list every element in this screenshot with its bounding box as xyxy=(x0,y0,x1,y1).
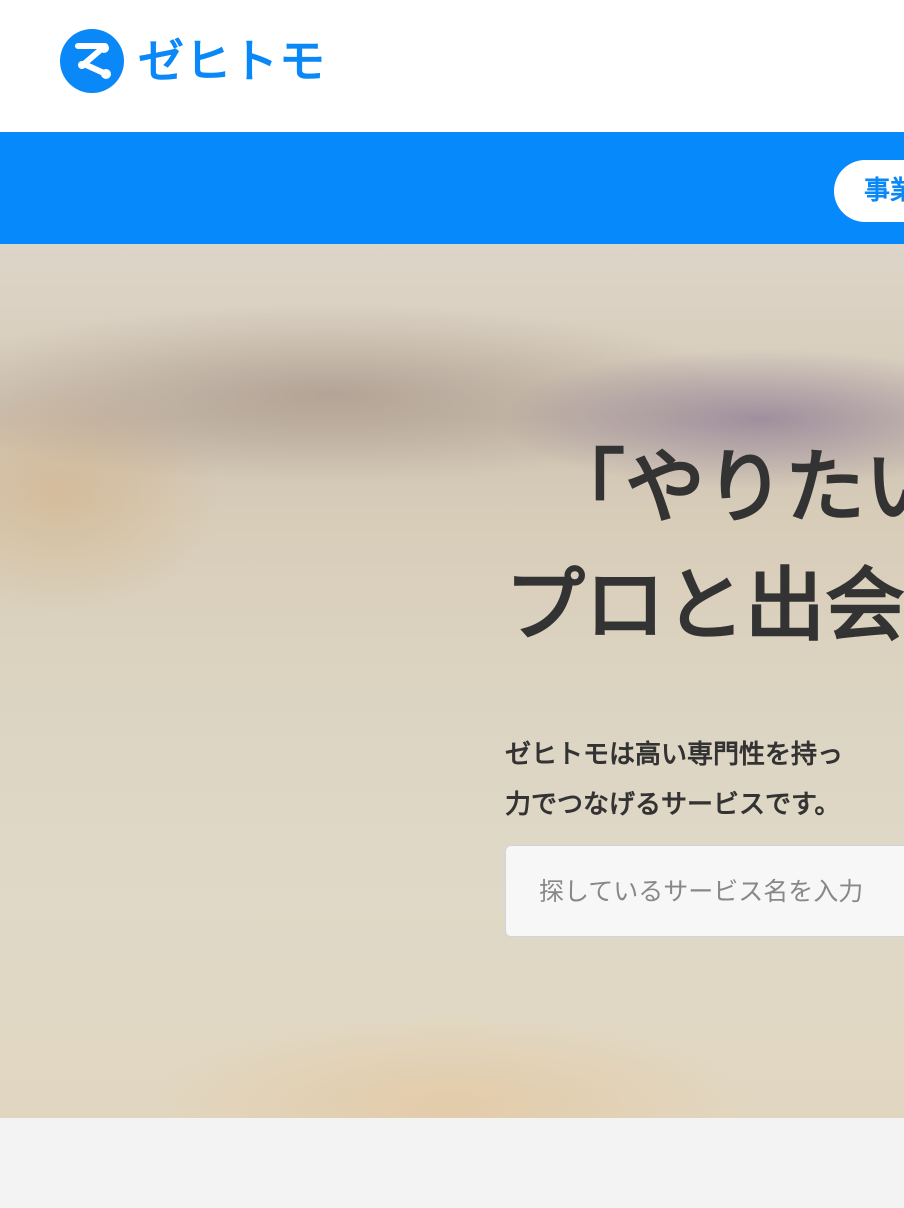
hero-section: 「やりたい プロと出会 ゼヒトモは高い専門性を持っ 力でつなげるサービスです。 xyxy=(0,244,904,1118)
service-search-box xyxy=(505,845,904,937)
nav-pill-business[interactable]: 事業 xyxy=(834,160,904,222)
page-below-hero xyxy=(0,1118,904,1208)
hero-title-line-2: プロと出会 xyxy=(505,559,904,652)
hero-description: ゼヒトモは高い専門性を持っ 力でつなげるサービスです。 xyxy=(505,730,843,830)
category-nav-bar: 事業 xyxy=(0,132,904,244)
zehitomo-logo-icon xyxy=(60,29,124,93)
hero-title: 「やりたい プロと出会 xyxy=(505,429,904,665)
hero-description-line-1: ゼヒトモは高い専門性を持っ xyxy=(505,740,844,770)
service-search-input[interactable] xyxy=(506,846,904,936)
hero-title-line-1: 「やりたい xyxy=(545,441,904,534)
brand-name: ゼヒトモ xyxy=(138,34,326,88)
brand-logo[interactable]: ゼヒトモ xyxy=(60,29,326,93)
hero-description-line-2: 力でつなげるサービスです。 xyxy=(505,790,841,820)
site-header: ゼヒトモ xyxy=(0,0,904,132)
